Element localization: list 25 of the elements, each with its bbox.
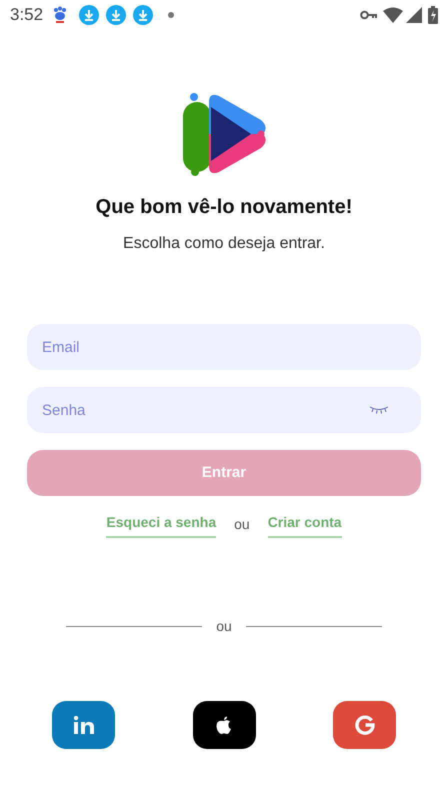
battery-icon xyxy=(428,6,438,24)
subheading: Escolha como deseja entrar. xyxy=(122,234,326,254)
linkedin-button[interactable] xyxy=(52,701,115,749)
password-field[interactable]: Senha xyxy=(27,387,421,433)
key-icon xyxy=(360,10,378,20)
text-link[interactable]: Esqueci a senha xyxy=(106,512,216,538)
divider-label: ou xyxy=(216,617,232,636)
download-icon xyxy=(133,5,154,25)
paw-icon xyxy=(53,6,68,24)
google-button[interactable] xyxy=(333,701,396,749)
wifi-icon xyxy=(383,7,403,23)
apple-button[interactable] xyxy=(192,701,256,749)
separator-text: ou xyxy=(234,515,250,534)
download-icon xyxy=(79,5,100,25)
linkedin-icon xyxy=(74,716,94,734)
email-field[interactable]: Email xyxy=(27,324,421,370)
heading: Que bom vê-lo novamente! xyxy=(94,195,354,220)
download-icon xyxy=(106,5,126,25)
apple-icon xyxy=(216,716,232,734)
signal-icon xyxy=(406,7,422,23)
dot-icon xyxy=(168,12,174,18)
status-time: 3:52 xyxy=(10,4,44,26)
text-link[interactable]: Criar conta xyxy=(268,512,342,538)
g-icon xyxy=(354,715,374,735)
closed-eye-icon[interactable] xyxy=(369,406,389,414)
